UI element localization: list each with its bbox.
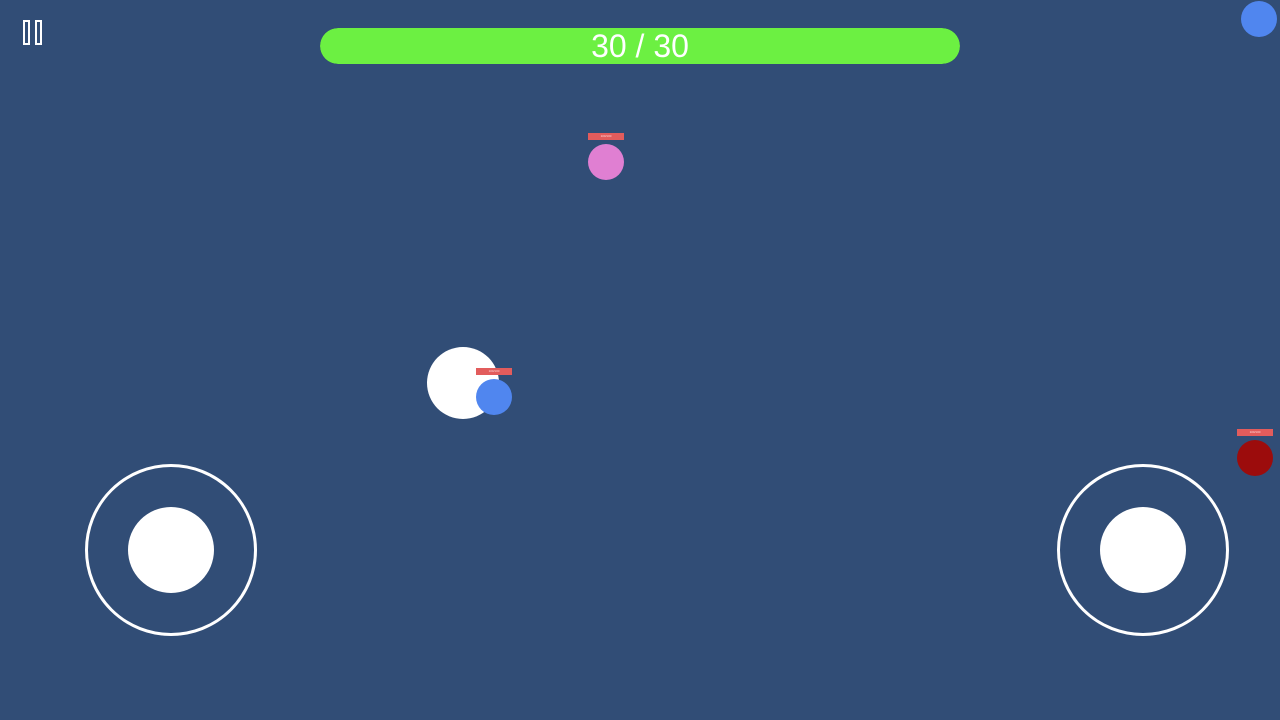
move-joystick-knob[interactable] xyxy=(128,507,214,593)
enemy-red-body xyxy=(1237,440,1273,476)
player-indicator-icon xyxy=(1241,1,1277,37)
player: 100/100 xyxy=(476,368,512,415)
pause-button[interactable] xyxy=(20,18,48,48)
enemy-red-hp-bar: 100/100 xyxy=(1237,429,1273,436)
move-joystick[interactable] xyxy=(85,464,257,636)
enemy-pink-hp-label: 100/100 xyxy=(600,134,612,138)
player-hp-label: 100/100 xyxy=(488,369,500,373)
enemy-pink: 100/100 xyxy=(588,133,624,180)
enemy-pink-hp-bar: 100/100 xyxy=(588,133,624,140)
enemy-red: 100/100 xyxy=(1237,429,1273,476)
player-body xyxy=(476,379,512,415)
pause-bar-right xyxy=(35,20,42,45)
enemy-red-hp-label: 100/100 xyxy=(1249,430,1261,434)
game-canvas[interactable]: 30 / 30 100/100 100/100 100/100 xyxy=(0,0,1280,720)
health-text: 30 / 30 xyxy=(591,28,689,64)
aim-joystick[interactable] xyxy=(1057,464,1229,636)
player-hp-bar: 100/100 xyxy=(476,368,512,375)
enemy-pink-body xyxy=(588,144,624,180)
health-bar: 30 / 30 xyxy=(320,28,960,64)
aim-joystick-knob[interactable] xyxy=(1100,507,1186,593)
pause-bar-left xyxy=(23,20,30,45)
